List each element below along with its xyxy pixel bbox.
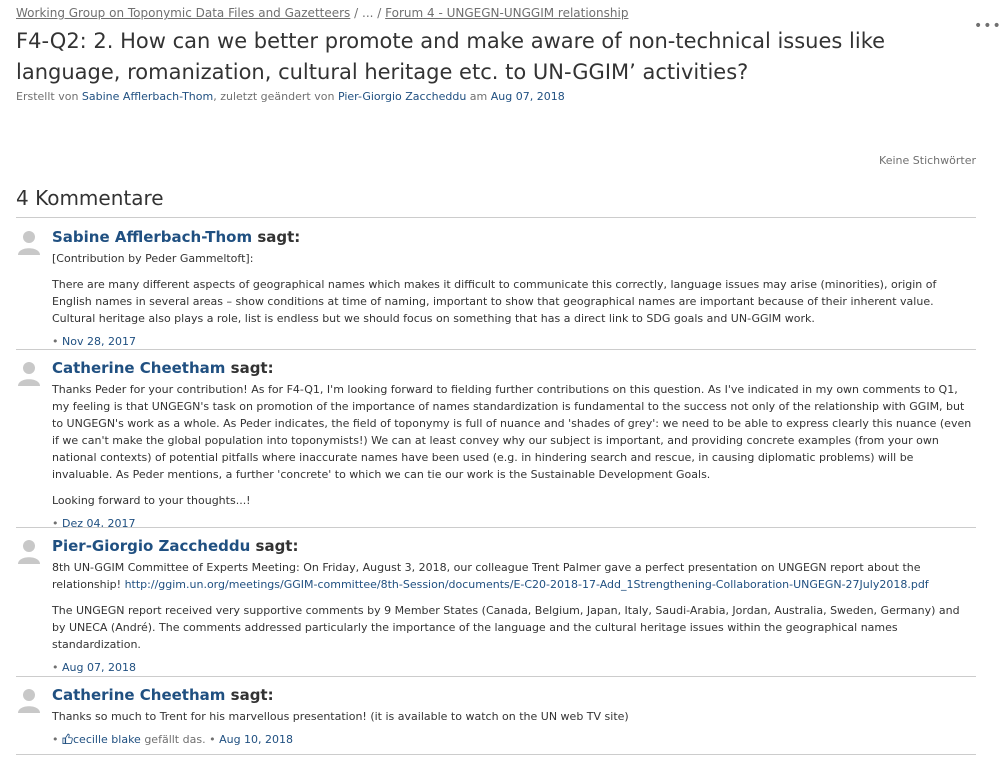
comment-says: sagt: xyxy=(230,359,274,377)
comment-divider xyxy=(16,527,976,528)
comment-meta: • Dez 04, 2017 xyxy=(52,517,976,531)
comments-heading: 4 Kommentare xyxy=(16,186,164,210)
comments-heading-divider xyxy=(16,217,976,218)
comment-author-line: Pier-Giorgio Zaccheddu sagt: xyxy=(52,537,976,555)
comment-date-link[interactable]: Aug 07, 2018 xyxy=(62,661,136,674)
thumbs-up-icon[interactable] xyxy=(62,733,73,744)
meta-separator: • xyxy=(52,335,59,348)
comment-divider xyxy=(16,349,976,350)
comment-paragraph: Thanks Peder for your contribution! As f… xyxy=(52,383,972,481)
breadcrumb: Working Group on Toponymic Data Files an… xyxy=(16,6,628,20)
default-user-avatar-icon[interactable] xyxy=(18,538,40,564)
meta-separator: • xyxy=(52,661,59,674)
default-user-avatar-icon[interactable] xyxy=(18,360,40,386)
comment-date-link[interactable]: Dez 04, 2017 xyxy=(62,517,136,530)
breadcrumb-ellipsis[interactable]: / ... / xyxy=(354,6,381,20)
breadcrumb-space-link[interactable]: Working Group on Toponymic Data Files an… xyxy=(16,6,350,20)
comment-paragraph: There are many different aspects of geog… xyxy=(52,278,937,325)
meta-separator: • xyxy=(52,517,59,530)
page-title: F4-Q2: 2. How can we better promote and … xyxy=(16,29,886,84)
comment-author-link[interactable]: Catherine Cheetham xyxy=(52,359,225,377)
comment-meta: • Nov 28, 2017 xyxy=(52,335,976,349)
comment-meta: • Aug 07, 2018 xyxy=(52,661,976,675)
more-actions-icon[interactable]: ••• xyxy=(974,18,1002,34)
comment-content: Thanks so much to Trent for his marvello… xyxy=(52,708,976,725)
byline-creator-link[interactable]: Sabine Afflerbach-Thom xyxy=(82,90,213,103)
comment-author-line: Sabine Afflerbach-Thom sagt: xyxy=(52,228,976,246)
page-byline: Erstellt von Sabine Afflerbach-Thom, zul… xyxy=(16,90,565,103)
comment-divider xyxy=(16,676,976,677)
byline-date-link[interactable]: Aug 07, 2018 xyxy=(491,90,565,103)
comment-author-line: Catherine Cheetham sagt: xyxy=(52,359,976,377)
comment-meta: • cecille blake gefällt das. • Aug 10, 2… xyxy=(52,733,976,747)
meta-separator: • xyxy=(52,733,59,746)
comment-content: 8th UN-GGIM Committee of Experts Meeting… xyxy=(52,559,976,653)
comment-paragraph: [Contribution by Peder Gammeltoft]: xyxy=(52,252,254,265)
comment-says: sagt: xyxy=(255,537,299,555)
comment-author-link[interactable]: Pier-Giorgio Zaccheddu xyxy=(52,537,250,555)
default-user-avatar-icon[interactable] xyxy=(18,229,40,255)
likes-suffix: gefällt das. xyxy=(144,733,206,746)
comment-author-line: Catherine Cheetham sagt: xyxy=(52,686,976,704)
liker-link[interactable]: cecille blake xyxy=(73,733,141,746)
byline-created-prefix: Erstellt von xyxy=(16,90,79,103)
meta-separator: • xyxy=(209,733,216,746)
comment-content: [Contribution by Peder Gammeltoft]: Ther… xyxy=(52,250,976,327)
comment-date-link[interactable]: Nov 28, 2017 xyxy=(62,335,136,348)
page-labels: Keine Stichwörter xyxy=(879,154,976,167)
byline-modifier-link[interactable]: Pier-Giorgio Zaccheddu xyxy=(338,90,466,103)
comment-content: Thanks Peder for your contribution! As f… xyxy=(52,381,976,509)
byline-date-prefix: am xyxy=(469,90,488,103)
comment-author-link[interactable]: Catherine Cheetham xyxy=(52,686,225,704)
comment-date-link[interactable]: Aug 10, 2018 xyxy=(219,733,293,746)
byline-modified-prefix: , zuletzt geändert von xyxy=(213,90,335,103)
comment-paragraph: Looking forward to your thoughts...! xyxy=(52,494,251,507)
comment-author-link[interactable]: Sabine Afflerbach-Thom xyxy=(52,228,252,246)
comment-says: sagt: xyxy=(230,686,274,704)
comment-paragraph: The UNGEGN report received very supporti… xyxy=(52,604,960,651)
breadcrumb-parent-link[interactable]: Forum 4 - UNGEGN-UNGGIM relationship xyxy=(385,6,628,20)
default-user-avatar-icon[interactable] xyxy=(18,687,40,713)
comment-divider xyxy=(16,754,976,755)
comment-paragraph: Thanks so much to Trent for his marvello… xyxy=(52,710,629,723)
ggim-report-link[interactable]: http://ggim.un.org/meetings/GGIM-committ… xyxy=(125,578,929,591)
comment-says: sagt: xyxy=(257,228,301,246)
comment-paragraph: 8th UN-GGIM Committee of Experts Meeting… xyxy=(52,559,976,593)
